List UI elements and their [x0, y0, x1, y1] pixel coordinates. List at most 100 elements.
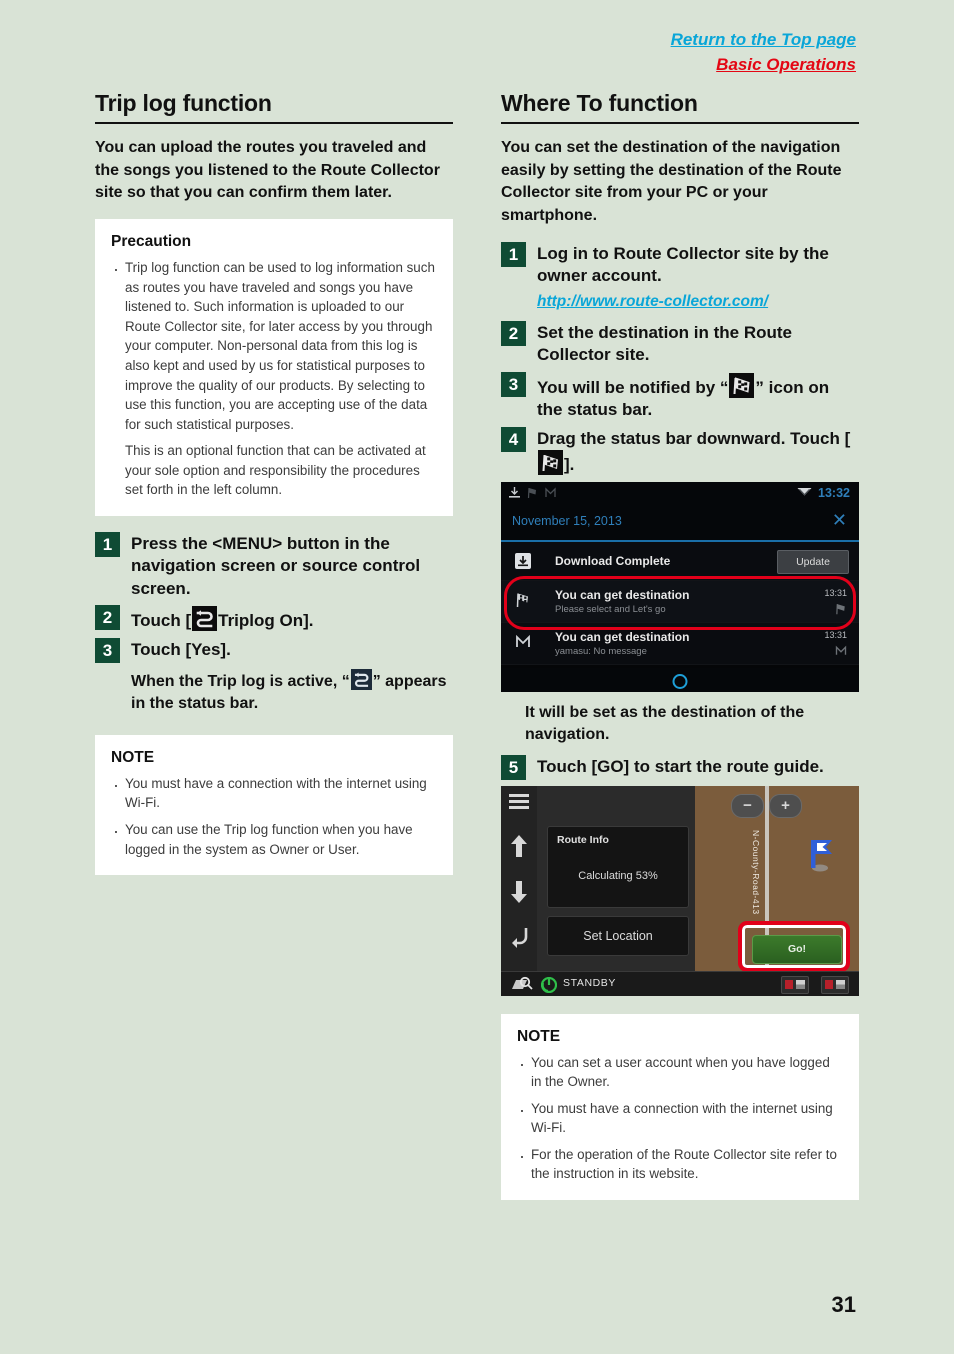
step-number: 1: [95, 531, 120, 557]
mail-m-icon: [835, 644, 847, 662]
route-info-title: Route Info: [557, 833, 609, 846]
menu-icon[interactable]: [509, 793, 529, 815]
note-heading: NOTE: [517, 1027, 561, 1045]
navigation-map-screenshot: Route Info Calculating 53% Set Location …: [501, 785, 859, 996]
left-step-3: 3 Touch [Yes].: [95, 637, 453, 663]
device-nav-bar: [501, 668, 859, 693]
notification-row-destination[interactable]: You can get destination yamasu: No messa…: [501, 623, 859, 666]
step-text-before: Drag the status bar downward. Touch [: [537, 428, 851, 448]
right-step-1: 1 Log in to Route Collector site by the …: [501, 241, 859, 288]
notification-date: November 15, 2013: [512, 514, 622, 529]
source-power-icon[interactable]: [540, 976, 558, 996]
return-to-top-page-link[interactable]: Return to the Top page: [671, 28, 856, 53]
precaution-box: Precaution Trip log function can be used…: [95, 219, 453, 516]
left-title-rule: [95, 122, 453, 124]
precaution-item: Trip log function can be used to log inf…: [111, 256, 437, 434]
checkered-flag-icon: [527, 486, 538, 504]
left-column: Trip log function You can upload the rou…: [95, 90, 453, 891]
right-step-2: 2 Set the destination in the Route Colle…: [501, 320, 859, 367]
notification-title: You can get destination: [555, 588, 690, 603]
right-step-4: 4 Drag the status bar downward. Touch [: [501, 426, 859, 477]
notification-subtitle: yamasu: No message: [555, 646, 647, 658]
map-bottom-bar: STANDBY: [501, 970, 859, 996]
route-info-card[interactable]: Route Info Calculating 53%: [547, 825, 689, 908]
arrow-down-icon[interactable]: [510, 880, 528, 909]
notification-title: You can get destination: [555, 630, 690, 645]
home-icon[interactable]: [672, 674, 688, 690]
note-list: You must have a connection with the inte…: [111, 772, 437, 859]
close-icon[interactable]: ✕: [832, 511, 847, 529]
route-collector-url-line: http://www.route-collector.com/: [537, 293, 859, 311]
step-text: Touch [ Triplog On].: [131, 605, 314, 632]
download-complete-icon: [515, 553, 531, 574]
checkered-flag-icon: [835, 602, 847, 620]
screen-split-left-button[interactable]: [781, 975, 809, 994]
set-location-label: Set Location: [583, 928, 653, 943]
map-search-icon[interactable]: [511, 976, 533, 996]
left-step-2: 2 Touch [ Triplog On].: [95, 605, 453, 632]
step-text-after: Triplog On].: [218, 611, 314, 631]
step-number: 3: [95, 637, 120, 663]
notification-date-bar: November 15, 2013 ✕: [501, 506, 859, 543]
basic-operations-link[interactable]: Basic Operations: [671, 53, 856, 78]
wifi-icon: [797, 484, 812, 502]
zoom-out-button[interactable]: −: [731, 793, 764, 818]
road-label: N-County-Road-413: [751, 829, 761, 915]
right-note-box: NOTE You can set a user account when you…: [501, 1013, 859, 1200]
step-number: 5: [501, 754, 526, 780]
arrow-up-icon[interactable]: [510, 834, 528, 863]
download-complete-title: Download Complete: [555, 554, 671, 569]
map-info-panel: Route Info Calculating 53% Set Location: [537, 785, 695, 972]
back-icon[interactable]: [510, 926, 530, 953]
notification-time: 13:31: [824, 630, 847, 641]
map-side-toolbar: [501, 785, 537, 972]
step-number: 2: [95, 605, 120, 631]
notification-row-download[interactable]: Download Complete Update: [501, 542, 859, 582]
right-intro-text: You can set the destination of the navig…: [501, 139, 842, 225]
notification-shade-screenshot: 13:32 November 15, 2013 ✕ Download Compl…: [501, 482, 859, 693]
note-item: For the operation of the Route Collector…: [517, 1143, 843, 1184]
status-bar-right-block: 13:32: [797, 484, 850, 502]
step-number: 2: [501, 320, 526, 346]
triplog-icon: [192, 606, 218, 632]
step-number: 1: [501, 241, 526, 267]
screen-split-right-button[interactable]: [821, 975, 849, 994]
checkered-flag-icon: [538, 449, 563, 475]
step-text-before: You will be notified by “: [537, 377, 729, 397]
precaution-item: This is an optional function that can be…: [125, 443, 426, 498]
checkered-flag-icon: [729, 372, 755, 398]
checkered-flag-icon: [515, 592, 531, 613]
note-item: You can set a user account when you have…: [517, 1051, 843, 1092]
calculating-progress-text: Calculating 53%: [578, 870, 658, 883]
notification-time: 13:31: [824, 588, 847, 599]
manual-page: Return to the Top page Basic Operations …: [0, 0, 954, 1354]
right-title-rule: [501, 122, 859, 124]
update-button[interactable]: Update: [777, 550, 849, 575]
left-step-1: 1 Press the <MENU> button in the navigat…: [95, 531, 453, 600]
zoom-in-button[interactable]: +: [769, 793, 802, 818]
step-text: Drag the status bar downward. Touch [ ].: [537, 427, 859, 477]
right-section-title: Where To function: [501, 90, 698, 116]
step-text: You will be notified by “ ” icon on the …: [537, 372, 859, 422]
note-list: You can set a user account when you have…: [517, 1051, 843, 1184]
mail-m-icon: [515, 634, 531, 655]
mail-m-icon: [545, 486, 556, 504]
note-item: You can use the Trip log function when y…: [111, 818, 437, 859]
note-item: You must have a connection with the inte…: [517, 1097, 843, 1138]
page-number: 31: [831, 1292, 856, 1317]
device-status-bar: 13:32: [501, 482, 859, 507]
note-item: You must have a connection with the inte…: [111, 772, 437, 813]
step-text-before: Touch [: [131, 611, 192, 631]
right-step-3: 3 You will be notified by “ ” icon on th…: [501, 371, 859, 422]
after-notification-text: It will be set as the destination of the…: [525, 704, 805, 744]
download-icon: [509, 486, 520, 504]
notification-subtitle: Please select and Let's go: [555, 604, 666, 616]
right-column: Where To function You can set the destin…: [501, 90, 859, 1216]
set-location-button[interactable]: Set Location: [547, 915, 689, 956]
notification-row-destination-highlighted[interactable]: You can get destination Please select an…: [501, 581, 859, 624]
route-collector-url-link[interactable]: http://www.route-collector.com/: [537, 293, 768, 310]
step-text: Set the destination in the Route Collect…: [537, 322, 793, 365]
step-text: Log in to Route Collector site by the ow…: [537, 243, 829, 286]
triplog-icon: [350, 668, 372, 690]
left-note-box: NOTE You must have a connection with the…: [95, 734, 453, 876]
